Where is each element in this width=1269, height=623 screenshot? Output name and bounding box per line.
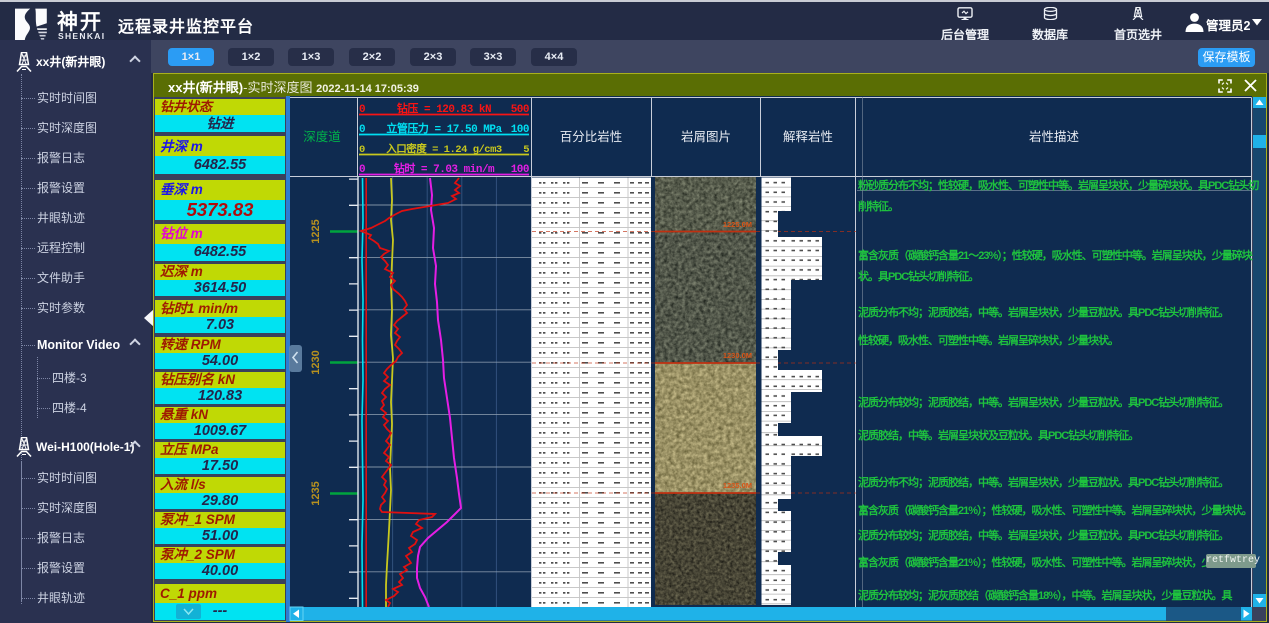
svg-text:解释岩性: 解释岩性 [783,129,833,144]
svg-text:1225: 1225 [310,219,322,243]
svg-text:1230: 1230 [310,350,322,374]
svg-text:深度道: 深度道 [303,129,341,144]
svg-text:岩屑图片: 岩屑图片 [681,129,731,144]
svg-text:1230.0M: 1230.0M [723,351,752,360]
svg-text:百分比岩性: 百分比岩性 [560,129,623,144]
svg-text:1235: 1235 [310,481,322,505]
svg-text:1225.0M: 1225.0M [723,220,752,229]
svg-text:岩性描述: 岩性描述 [1029,129,1080,144]
svg-text:1235.0M: 1235.0M [723,481,752,490]
